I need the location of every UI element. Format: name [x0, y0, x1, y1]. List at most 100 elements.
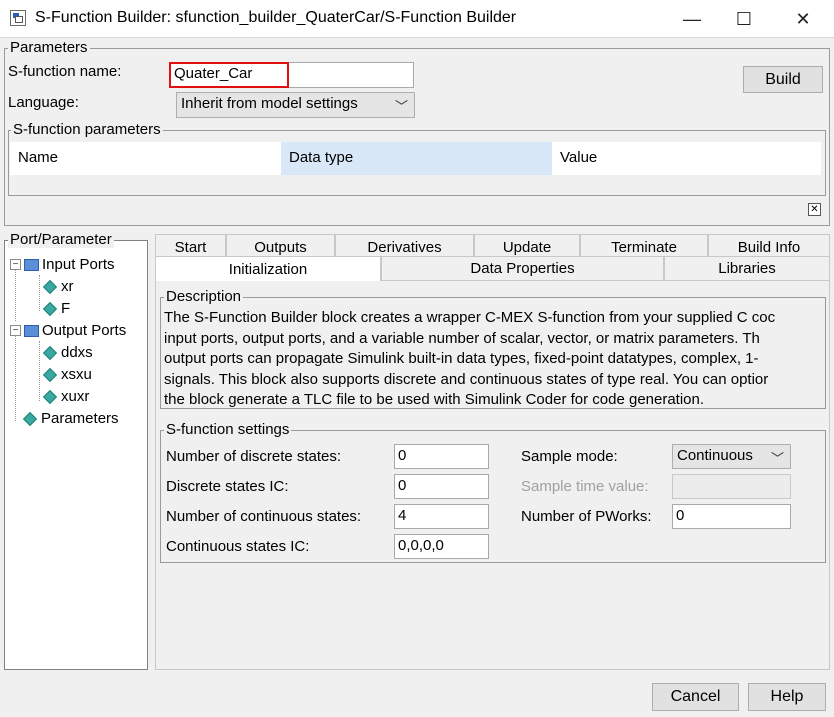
sample-mode-label: Sample mode: [521, 448, 618, 465]
port-icon [42, 389, 58, 404]
parameters-table-header: Name Data type Value [10, 142, 821, 175]
tree-label: F [61, 300, 71, 317]
collapse-icon[interactable]: − [10, 259, 21, 270]
continuous-states-ic-label: Continuous states IC: [166, 538, 310, 555]
input-value: 0 [398, 447, 407, 464]
tree-item-port[interactable]: F [42, 300, 71, 317]
minimize-button[interactable]: — [666, 0, 718, 38]
tree-label: xsxu [61, 366, 92, 383]
parameters-legend: Parameters [8, 39, 90, 56]
tree-label: xr [61, 278, 74, 295]
tree-item-port[interactable]: xuxr [42, 388, 90, 405]
sfunction-name-label: S-function name: [8, 63, 122, 80]
port-icon [42, 367, 58, 382]
description-line: input ports, output ports, and a variabl… [164, 329, 760, 347]
num-pworks-input[interactable]: 0 [672, 504, 791, 529]
collapse-icon[interactable]: − [10, 325, 21, 336]
tab-terminate[interactable]: Terminate [580, 234, 708, 256]
simulink-block-icon [10, 10, 26, 26]
tab-initialization[interactable]: Initialization [155, 256, 381, 281]
minimize-icon: — [683, 8, 701, 29]
input-value: 0 [398, 477, 407, 494]
maximize-button[interactable]: ☐ [718, 0, 770, 38]
help-label: Help [770, 688, 804, 705]
build-label: Build [765, 70, 801, 88]
build-button[interactable]: Build [743, 66, 823, 93]
sample-mode-value: Continuous [677, 447, 753, 464]
tab-label: Libraries [718, 260, 776, 277]
tree-label: xuxr [61, 388, 90, 405]
highlight-box [169, 62, 289, 88]
tree-label: Parameters [41, 410, 119, 427]
settings-legend: S-function settings [164, 421, 292, 438]
maximize-icon: ☐ [735, 8, 753, 29]
tree-item-port[interactable]: ddxs [42, 344, 93, 361]
close-icon: ✕ [810, 204, 819, 215]
tree-item-parameters[interactable]: Parameters [22, 410, 119, 427]
title-bar: S-Function Builder: sfunction_builder_Qu… [0, 0, 834, 38]
continuous-states-ic-input[interactable]: 0,0,0,0 [394, 534, 489, 559]
tab-data-properties[interactable]: Data Properties [381, 256, 664, 280]
tab-libraries[interactable]: Libraries [664, 256, 830, 280]
description-legend: Description [164, 288, 244, 305]
tree-item-input-ports[interactable]: − Input Ports [10, 256, 115, 273]
port-group-icon [24, 324, 39, 337]
port-icon [42, 301, 58, 316]
tree-label: Output Ports [42, 322, 127, 339]
chevron-down-icon: ﹀ [770, 451, 784, 466]
description-text: The S-Function Builder block creates a w… [164, 308, 825, 408]
tab-start[interactable]: Start [155, 234, 226, 256]
cancel-label: Cancel [670, 688, 721, 705]
num-pworks-label: Number of PWorks: [521, 508, 652, 525]
tab-label: Update [502, 239, 552, 256]
sample-time-value-input [672, 474, 791, 499]
tree-item-output-ports[interactable]: − Output Ports [10, 322, 126, 339]
column-value[interactable]: Value [552, 142, 821, 175]
input-value: 4 [398, 507, 407, 524]
tab-label: Start [174, 239, 207, 256]
port-parameter-tree: − Input Ports xr F − Output Ports ddxs x… [4, 240, 148, 670]
tab-update[interactable]: Update [474, 234, 580, 256]
tab-label: Build Info [737, 239, 801, 256]
language-select[interactable]: Inherit from model settings ﹀ [176, 92, 415, 118]
num-discrete-states-label: Number of discrete states: [166, 448, 342, 465]
tab-outputs[interactable]: Outputs [226, 234, 335, 256]
port-icon [42, 345, 58, 360]
cancel-button[interactable]: Cancel [652, 683, 739, 711]
description-line: signals. This block also supports discre… [164, 370, 769, 388]
tab-label: Data Properties [470, 260, 575, 277]
close-icon: ✕ [795, 8, 811, 29]
remove-parameter-button[interactable]: ✕ [808, 203, 821, 216]
sample-mode-select[interactable]: Continuous ﹀ [672, 444, 791, 469]
tab-label: Derivatives [367, 239, 442, 256]
num-discrete-states-input[interactable]: 0 [394, 444, 489, 469]
port-group-icon [24, 258, 39, 271]
num-continuous-states-label: Number of continuous states: [166, 508, 362, 525]
tree-item-port[interactable]: xr [42, 278, 74, 295]
column-data-type[interactable]: Data type [281, 142, 552, 175]
discrete-states-ic-input[interactable]: 0 [394, 474, 489, 499]
close-window-button[interactable]: ✕ [777, 0, 829, 38]
parameter-icon [22, 411, 38, 426]
discrete-states-ic-label: Discrete states IC: [166, 478, 289, 495]
tree-item-port[interactable]: xsxu [42, 366, 92, 383]
sample-time-value-label: Sample time value: [521, 478, 649, 495]
help-button[interactable]: Help [748, 683, 826, 711]
chevron-down-icon: ﹀ [394, 99, 408, 114]
tab-derivatives[interactable]: Derivatives [335, 234, 474, 256]
language-label: Language: [8, 94, 79, 111]
port-parameter-legend: Port/Parameter [8, 231, 114, 248]
column-name[interactable]: Name [10, 142, 281, 175]
num-continuous-states-input[interactable]: 4 [394, 504, 489, 529]
description-group: The S-Function Builder block creates a w… [160, 297, 826, 409]
port-icon [42, 279, 58, 294]
sfunction-parameters-legend: S-function parameters [11, 121, 163, 138]
language-value: Inherit from model settings [181, 95, 358, 112]
tree-label: ddxs [61, 344, 93, 361]
input-value: 0,0,0,0 [398, 537, 444, 554]
description-line: the block generate a TLC file to be used… [164, 391, 705, 408]
tab-build-info[interactable]: Build Info [708, 234, 830, 256]
tab-label: Terminate [611, 239, 677, 256]
description-line: The S-Function Builder block creates a w… [164, 309, 776, 326]
tab-label: Initialization [228, 260, 308, 278]
